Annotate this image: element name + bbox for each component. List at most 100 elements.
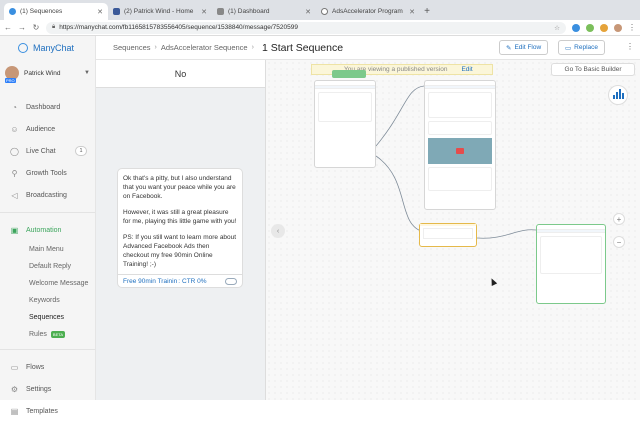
back-arrow-icon[interactable]: ← <box>4 23 12 32</box>
sidebar-subitem-main-menu[interactable]: Main Menu <box>0 241 95 258</box>
profile-avatar-icon[interactable] <box>614 23 622 32</box>
templates-icon: ▤ <box>10 406 19 416</box>
chevron-right-icon: › <box>154 44 157 51</box>
page-favicon-icon <box>217 8 224 15</box>
close-tab-icon[interactable]: ✕ <box>201 8 207 16</box>
manychat-favicon-icon <box>9 8 16 15</box>
node-title <box>420 224 476 226</box>
node-message-block <box>318 92 372 122</box>
message-paragraph: PS: If you still want to learn more abou… <box>123 234 237 268</box>
broadcast-icon: ◁ <box>11 190 18 200</box>
nav-divider <box>0 212 95 213</box>
extension-icon[interactable] <box>586 23 594 32</box>
sidebar-item-broadcasting[interactable]: ◁ Broadcasting <box>0 184 95 206</box>
browser-tab-sequences[interactable]: (1) Sequences ✕ <box>4 3 108 20</box>
more-options-icon[interactable]: ⋮ <box>626 42 634 51</box>
zoom-in-icon[interactable]: + <box>613 213 625 225</box>
sidebar-item-settings[interactable]: ⚙ Settings <box>0 378 95 400</box>
flow-node-no[interactable] <box>536 224 606 304</box>
flows-icon: ▭ <box>10 362 19 372</box>
breadcrumb-sequences[interactable]: Sequences <box>113 43 151 52</box>
brand-logo[interactable]: ManyChat <box>0 36 95 60</box>
new-tab-button[interactable]: + <box>420 3 434 20</box>
forward-arrow-icon[interactable]: → <box>18 23 26 32</box>
basic-builder-button[interactable]: Go To Basic Builder <box>551 63 635 76</box>
star-icon[interactable]: ☆ <box>554 24 560 32</box>
flow-node-actions[interactable] <box>419 223 477 247</box>
browser-tab-dashboard[interactable]: (1) Dashboard ✕ <box>212 3 316 20</box>
growth-icon: ⚲ <box>11 168 18 178</box>
avatar: PRO <box>5 66 19 83</box>
sidebar-item-automation[interactable]: ▣ Automation <box>0 219 95 241</box>
sidebar-item-live-chat[interactable]: ◯ Live Chat 1 <box>0 140 95 162</box>
sidebar-subitem-default-reply[interactable]: Default Reply <box>0 258 95 275</box>
extension-icon[interactable] <box>572 23 580 32</box>
node-message-block <box>428 92 492 118</box>
preview-title: No <box>96 60 265 88</box>
link-icon <box>225 277 237 285</box>
node-stats <box>537 229 605 233</box>
action-block <box>423 228 473 239</box>
close-tab-icon[interactable]: ✕ <box>97 8 103 16</box>
flow-canvas[interactable]: You are viewing a published version Edit… <box>266 60 640 400</box>
sidebar-item-templates[interactable]: ▤ Templates <box>0 400 95 422</box>
browser-tab-adsaccelerator[interactable]: AdsAccelerator Program ✕ <box>316 3 420 20</box>
node-stats <box>425 85 495 89</box>
automation-icon: ▣ <box>10 225 19 235</box>
breadcrumb-adsaccelerator-sequence[interactable]: AdsAccelerator Sequence <box>161 43 248 52</box>
dashboard-icon: ◔ <box>12 102 17 112</box>
node-message-block <box>428 167 492 191</box>
reload-icon[interactable]: ↻ <box>32 23 40 32</box>
node-message-block <box>540 236 602 274</box>
node-button[interactable] <box>315 131 375 137</box>
sidebar-subitem-keywords[interactable]: Keywords <box>0 292 95 309</box>
video-thumbnail[interactable] <box>428 138 492 164</box>
analytics-bars-icon[interactable] <box>608 85 628 105</box>
browser-tab-bar: (1) Sequences ✕ (2) Patrick Wind - Home … <box>0 0 640 20</box>
beta-badge: BETA <box>50 331 66 338</box>
circle-favicon-icon <box>321 8 328 15</box>
message-paragraph: Ok that's a pitty, but I also understand… <box>123 175 236 200</box>
sidebar-subitem-sequences[interactable]: Sequences <box>0 309 95 326</box>
page-title: 1 Start Sequence <box>261 41 344 54</box>
edit-flow-button[interactable]: ✎ Edit Flow <box>499 40 549 55</box>
node-button[interactable] <box>537 277 605 283</box>
sidebar-item-dashboard[interactable]: ◔ Dashboard <box>0 96 95 118</box>
banner-edit-link[interactable]: Edit <box>461 66 472 73</box>
url-input[interactable]: 🔒︎ https://manychat.com/fb11658157835564… <box>46 21 566 34</box>
zoom-out-icon[interactable]: − <box>613 236 625 248</box>
sidebar-item-audience[interactable]: ☺ Audience <box>0 118 95 140</box>
message-paragraph: However, it was still a great pleasure f… <box>123 209 237 225</box>
sidebar-subitem-welcome-message[interactable]: Welcome Message <box>0 275 95 292</box>
facebook-favicon-icon <box>113 8 120 15</box>
replace-icon: ▭ <box>565 44 572 52</box>
ctr-value: CTR 0% <box>182 277 207 285</box>
flow-node-start[interactable] <box>314 80 376 168</box>
browser-address-bar: ← → ↻ 🔒︎ https://manychat.com/fb11658157… <box>0 20 640 36</box>
extension-icon[interactable] <box>600 23 608 32</box>
sidebar-item-flows[interactable]: ▭ Flows <box>0 356 95 378</box>
chat-icon: ◯ <box>10 146 19 156</box>
node-stats <box>315 85 375 89</box>
flow-node-yes[interactable] <box>424 80 496 210</box>
collapse-panel-icon[interactable]: ‹ <box>271 224 285 238</box>
live-chat-count-badge: 1 <box>75 146 87 156</box>
replace-button[interactable]: ▭ Replace <box>558 40 606 55</box>
user-switcher[interactable]: PRO Patrick Wind ▼ <box>0 60 95 86</box>
pencil-icon: ✎ <box>506 44 512 52</box>
user-name: Patrick Wind <box>24 69 61 77</box>
message-bubble: Ok that's a pitty, but I also understand… <box>117 168 243 288</box>
play-icon <box>456 148 464 154</box>
sidebar-subitem-rules[interactable]: Rules BETA <box>0 326 95 343</box>
close-tab-icon[interactable]: ✕ <box>409 8 415 16</box>
start-flow-tag <box>332 70 366 78</box>
close-tab-icon[interactable]: ✕ <box>305 8 311 16</box>
pro-badge: PRO <box>5 78 16 83</box>
audience-icon: ☺ <box>10 124 19 134</box>
node-message-block <box>428 121 492 135</box>
sidebar: ManyChat PRO Patrick Wind ▼ ◔ Dashboard … <box>0 36 96 416</box>
browser-tab-patrick-wind[interactable]: (2) Patrick Wind - Home ✕ <box>108 3 212 20</box>
free-training-button[interactable]: Free 90min Trainin : CTR 0% <box>118 274 242 287</box>
sidebar-item-growth-tools[interactable]: ⚲ Growth Tools <box>0 162 95 184</box>
browser-menu-icon[interactable]: ⋮ <box>628 23 636 32</box>
